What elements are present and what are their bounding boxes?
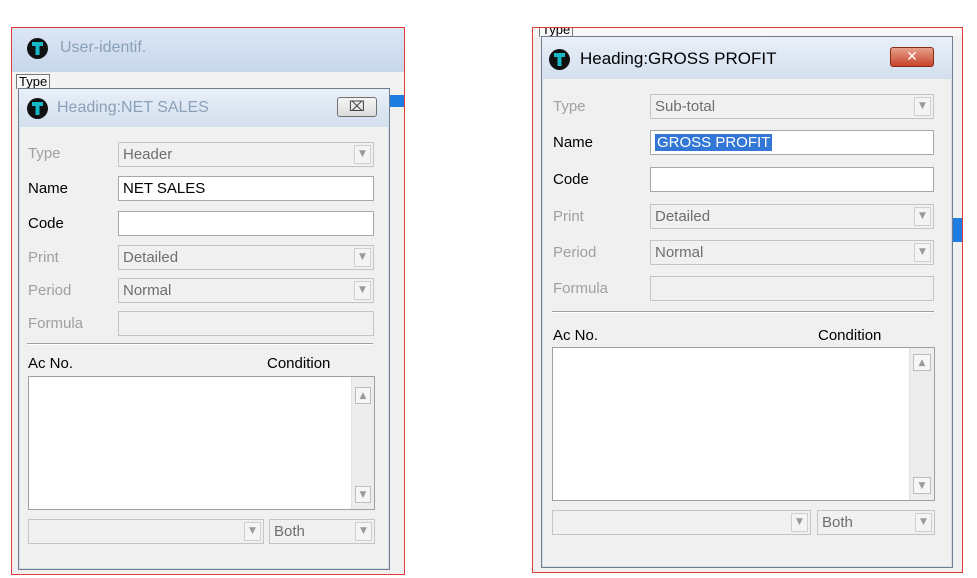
selected-text: GROSS PROFIT — [655, 134, 773, 151]
chevron-down-icon: ▼ — [914, 207, 931, 226]
period-select[interactable]: Normal ▼ — [118, 278, 374, 303]
background-window-strip — [533, 28, 962, 36]
dialog-titlebar: Heading:GROSS PROFIT ✕ — [542, 37, 952, 79]
background-selection-bar — [953, 218, 962, 242]
ac-no-header: Ac No. — [28, 355, 74, 372]
background-type-column-header[interactable]: Type — [16, 74, 51, 89]
condition-header: Condition — [818, 327, 882, 344]
background-window-toolbar — [12, 72, 404, 88]
divider — [552, 311, 934, 313]
name-label: Name — [28, 180, 69, 197]
app-logo-icon — [27, 98, 48, 119]
background-window-title: User-identif. — [60, 39, 147, 56]
chevron-down-icon: ▼ — [244, 522, 261, 541]
ac-no-header: Ac No. — [553, 327, 599, 344]
formula-label: Formula — [28, 315, 84, 332]
background-selection-bar — [388, 95, 404, 107]
chevron-down-icon: ▼ — [354, 281, 371, 300]
period-select[interactable]: Normal ▼ — [650, 240, 934, 265]
left-screenshot-frame: User-identif. Type Heading:NET SALES ⌧ T… — [11, 27, 405, 575]
chevron-down-icon: ▼ — [914, 243, 931, 262]
close-button[interactable]: ⌧ — [337, 97, 377, 117]
accounts-list[interactable]: ▲ ▼ — [552, 347, 935, 501]
list-scrollbar[interactable]: ▲ ▼ — [351, 377, 374, 509]
print-select[interactable]: Detailed ▼ — [118, 245, 374, 270]
scroll-down-button[interactable]: ▼ — [355, 486, 371, 503]
dialog-titlebar: Heading:NET SALES ⌧ — [19, 89, 389, 127]
chevron-down-icon: ▼ — [914, 97, 931, 116]
app-logo-icon — [27, 38, 48, 59]
code-field[interactable] — [650, 167, 934, 192]
condition-header: Condition — [267, 355, 331, 372]
background-window-titlebar: User-identif. — [12, 28, 404, 73]
type-select[interactable]: Sub-total ▼ — [650, 94, 934, 119]
app-logo-icon — [549, 49, 570, 70]
period-label: Period — [553, 244, 597, 261]
chevron-down-icon: ▼ — [354, 145, 371, 164]
condition-select[interactable]: Both ▼ — [269, 519, 375, 544]
divider — [27, 343, 373, 345]
scroll-down-button[interactable]: ▼ — [913, 477, 931, 494]
print-label: Print — [28, 249, 59, 266]
formula-field[interactable] — [118, 311, 374, 336]
formula-label: Formula — [553, 280, 609, 297]
scroll-up-button[interactable]: ▲ — [913, 354, 931, 371]
name-field[interactable]: GROSS PROFIT — [650, 130, 934, 155]
condition-select[interactable]: Both ▼ — [817, 510, 935, 535]
close-icon: ⌧ — [348, 99, 366, 115]
chevron-down-icon: ▼ — [791, 513, 808, 532]
type-label: Type — [553, 98, 586, 115]
list-scrollbar[interactable]: ▲ ▼ — [909, 348, 934, 500]
account-select[interactable]: ▼ — [552, 510, 811, 535]
close-icon: ✕ — [906, 49, 918, 65]
chevron-down-icon: ▼ — [355, 522, 372, 541]
gross-profit-dialog: Heading:GROSS PROFIT ✕ Type Sub-total ▼ … — [541, 36, 953, 568]
scroll-up-button[interactable]: ▲ — [355, 387, 371, 404]
right-screenshot-frame: Type Heading:GROSS PROFIT ✕ Type Sub-tot… — [532, 27, 963, 573]
period-label: Period — [28, 282, 72, 299]
dialog-title: Heading:NET SALES — [57, 99, 209, 116]
type-select[interactable]: Header ▼ — [118, 142, 374, 167]
print-select[interactable]: Detailed ▼ — [650, 204, 934, 229]
type-label: Type — [28, 145, 61, 162]
name-field[interactable]: NET SALES — [118, 176, 374, 201]
name-label: Name — [553, 134, 594, 151]
code-field[interactable] — [118, 211, 374, 236]
chevron-down-icon: ▼ — [915, 513, 932, 532]
code-label: Code — [553, 171, 589, 188]
accounts-list[interactable]: ▲ ▼ — [28, 376, 375, 510]
account-select[interactable]: ▼ — [28, 519, 264, 544]
close-button[interactable]: ✕ — [890, 47, 934, 67]
net-sales-dialog: Heading:NET SALES ⌧ Type Header ▼ Name N… — [18, 88, 390, 570]
formula-field[interactable] — [650, 276, 934, 301]
chevron-down-icon: ▼ — [354, 248, 371, 267]
print-label: Print — [553, 208, 584, 225]
code-label: Code — [28, 215, 64, 232]
dialog-title: Heading:GROSS PROFIT — [580, 49, 777, 68]
